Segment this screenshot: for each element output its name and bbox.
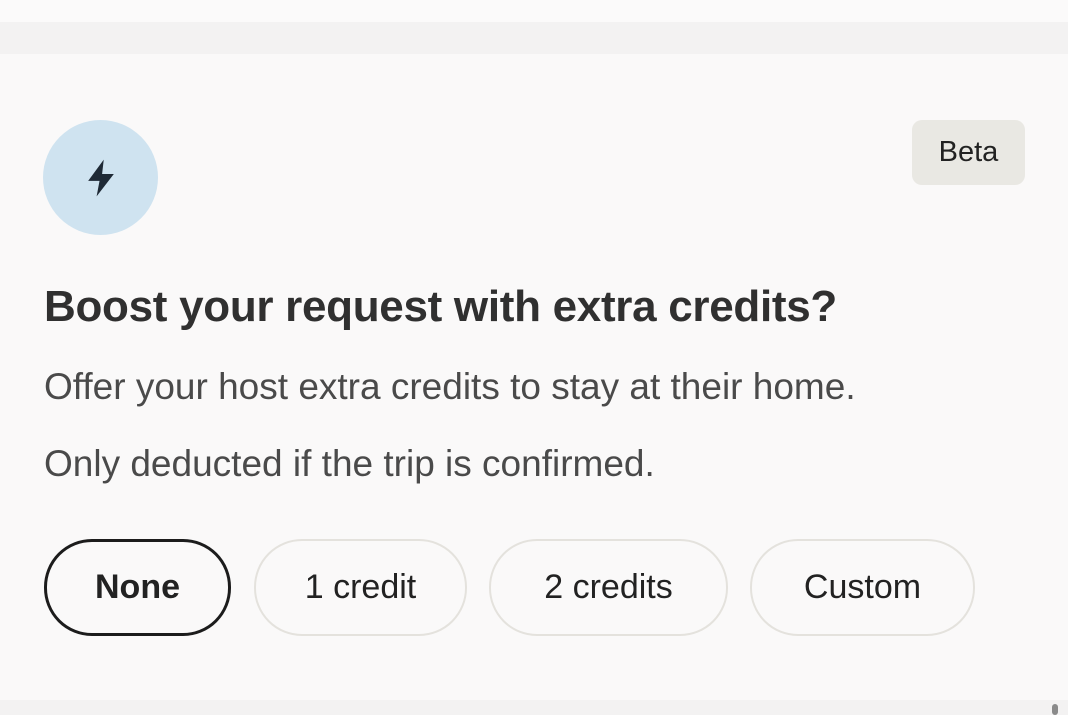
boost-credits-card: Beta Boost your request with extra credi… xyxy=(0,54,1068,700)
scrollbar-thumb[interactable] xyxy=(1052,704,1058,715)
beta-badge: Beta xyxy=(912,120,1025,185)
boost-title: Boost your request with extra credits? xyxy=(44,282,837,331)
credit-options: None 1 credit 2 credits Custom xyxy=(0,539,1068,636)
section-divider-bottom xyxy=(0,700,1068,715)
option-2-credits-chip[interactable]: 2 credits xyxy=(489,539,728,636)
page: Beta Boost your request with extra credi… xyxy=(0,0,1068,715)
boost-description-line-2: Only deducted if the trip is confirmed. xyxy=(44,443,655,484)
icon-badge xyxy=(43,120,158,235)
boost-description-line-1: Offer your host extra credits to stay at… xyxy=(44,366,856,407)
option-1-credit-chip[interactable]: 1 credit xyxy=(254,539,467,636)
previous-section-edge xyxy=(0,0,1068,22)
option-custom-chip[interactable]: Custom xyxy=(750,539,975,636)
option-none-chip[interactable]: None xyxy=(44,539,231,636)
section-divider xyxy=(0,22,1068,54)
lightning-bolt-icon xyxy=(87,159,114,196)
